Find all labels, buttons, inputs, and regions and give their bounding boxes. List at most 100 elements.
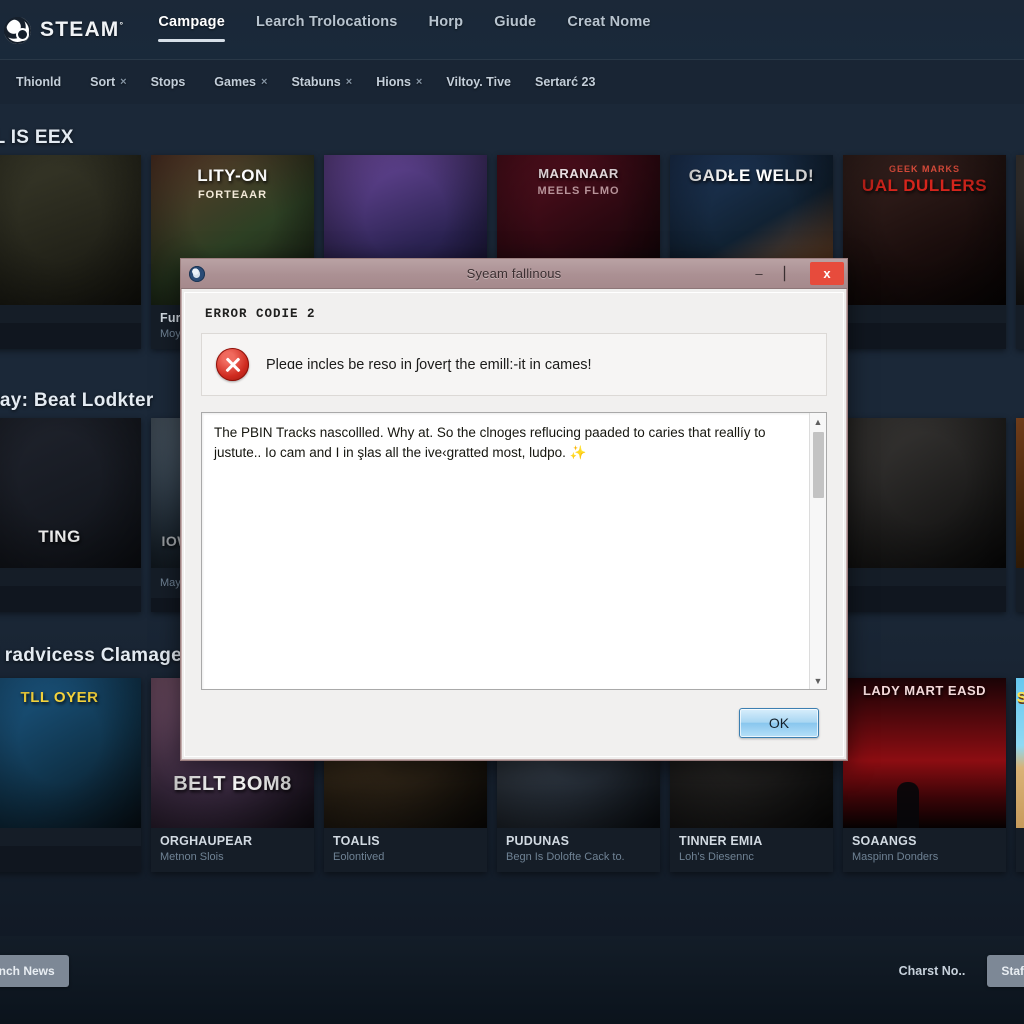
error-x-icon (216, 348, 249, 381)
art-vignette (843, 418, 1006, 568)
game-card[interactable]: FESBUR CAIL DIOX Mylonmas (1016, 155, 1024, 349)
scroll-up-arrow-icon[interactable]: ▲ (810, 413, 826, 430)
steam-logo-icon (4, 16, 31, 44)
game-card[interactable]: TLL OYER (0, 678, 141, 872)
art-vignette (0, 155, 141, 305)
sub-nav-item-viltoy-tive[interactable]: Viltoy. Tive (446, 75, 511, 89)
detail-scrollbar[interactable]: ▲ ▼ (809, 413, 826, 689)
game-card-meta: FESBUR CAIL DIOX Mylonmas (1016, 305, 1024, 349)
game-card[interactable]: STEGNER AMAMADS COMMAN PEOCLES Maejolsme (1016, 678, 1024, 872)
launch-news-button[interactable]: ounch News (0, 955, 69, 987)
close-icon[interactable]: × (120, 76, 126, 88)
sub-nav-label: Sertarć 23 (534, 75, 596, 89)
game-card-publisher: Loh's Diesennc (679, 851, 754, 863)
game-card-art-subtitle: GAM ETOEA (1016, 451, 1024, 466)
game-card-publisher: Begn Is Dolofte Cack to. (506, 851, 625, 863)
error-dialog: Syeam fallinous – ▏ x ERROR CODIE 2 Pleɑ… (180, 258, 848, 761)
sub-nav-item-sertarc-23[interactable]: Sertarć 23 (535, 75, 595, 89)
art-vignette (1016, 155, 1024, 305)
bottom-status-bar: ounch News Charst No.. Staft (0, 936, 1024, 1024)
game-card[interactable]: GEEK MARKS UAL DULLERS (843, 155, 1006, 349)
error-message-row: Pleɑe incles be reso in ʃoverʈ the emill… (201, 333, 827, 396)
close-icon[interactable]: × (416, 76, 422, 88)
nav-item-learch-trolocations[interactable]: Learch Trolocations (256, 14, 398, 46)
bottom-right-group: Charst No.. Staft (899, 955, 1024, 987)
maximize-button[interactable]: ▏ (774, 259, 804, 288)
error-message-text: Pleɑe incles be reso in ʃoverʈ the emill… (266, 356, 592, 373)
sub-nav-label: Sort (90, 75, 116, 89)
game-card-meta: TOALIS Eolontived (324, 828, 487, 872)
error-detail-text: The PBIN Tracks nascollled. Why at. So t… (202, 413, 809, 689)
sub-nav-item-games[interactable]: Games × (214, 75, 267, 89)
nav-item-campage[interactable]: Campage (158, 14, 225, 46)
sub-nav-item-thionld[interactable]: Thionld (16, 75, 66, 89)
game-card-art-title: STEGNER AMAMADS (1016, 689, 1024, 706)
sub-nav-item-stabuns[interactable]: Stabuns × (291, 75, 352, 89)
steam-logo[interactable]: STEAM° (4, 16, 124, 44)
art-vignette (0, 418, 141, 568)
sparkle-icon: ✨ (569, 444, 587, 460)
sub-nav-item-stops[interactable]: Stops (151, 75, 191, 89)
art-vignette (0, 678, 141, 828)
game-card-meta (0, 305, 141, 323)
nav-item-horp[interactable]: Horp (429, 14, 464, 46)
game-card-art: TING (0, 418, 141, 568)
game-card-art: GOOLTON GAM ETOEA (1016, 418, 1024, 568)
sub-nav-label: Thionld (16, 75, 62, 89)
sub-nav-label: Viltoy. Tive (446, 75, 511, 89)
section-heading-3: ll radvicess Clamage (0, 645, 182, 666)
nav-item-creat-nome[interactable]: Creat Nome (567, 14, 650, 46)
game-card[interactable] (0, 155, 141, 349)
close-button[interactable]: x (810, 262, 844, 285)
sub-nav-item-sort[interactable]: Sort × (90, 75, 126, 89)
silhouette-decoration (897, 782, 920, 828)
game-card-meta: COMMAN PEOCLES Maejolsme (1016, 828, 1024, 872)
game-card-publisher: Eolontived (333, 851, 385, 863)
error-code-label: ERROR CODIE 2 (205, 307, 316, 321)
window-controls: – ▏ x (744, 259, 847, 288)
close-icon[interactable]: × (261, 76, 267, 88)
game-card-art: GEEK MARKS UAL DULLERS (843, 155, 1006, 305)
section-heading-1: IL IS EEX (0, 127, 74, 148)
game-card-art-title: LADY MART EASD (862, 683, 987, 698)
game-card-art (0, 155, 141, 305)
close-icon[interactable]: × (346, 76, 352, 88)
sub-navigation-bar: Thionld Sort × Stops Games × Stabuns × Hion… (0, 60, 1024, 104)
game-card[interactable] (843, 418, 1006, 612)
steam-brand-text: STEAM (40, 18, 120, 41)
game-card-meta: PUDUNAS Begn Is Dolofte Cack to. (497, 828, 660, 872)
dialog-title-bar[interactable]: Syeam fallinous – ▏ x (181, 259, 847, 289)
section-heading-2: day: Beat Lodkter (0, 390, 154, 411)
game-card-art (1016, 155, 1024, 305)
scroll-down-arrow-icon[interactable]: ▼ (810, 672, 826, 689)
game-card[interactable]: TING (0, 418, 141, 612)
game-card-art-title: GOOLTON (1016, 430, 1024, 447)
staft-button[interactable]: Staft (987, 955, 1024, 987)
game-card-title: ORGHAUPEAR (160, 834, 253, 848)
game-card[interactable]: GOOLTON GAM ETOEA Fileth FIIS Mooja Kong (1016, 418, 1024, 612)
game-card-art: TLL OYER (0, 678, 141, 828)
game-card-meta (843, 305, 1006, 323)
bottom-left-group: ounch News (0, 955, 69, 987)
nav-item-giude[interactable]: Giude (494, 14, 536, 46)
game-card-meta: SOAANGS Maspinn Donders (843, 828, 1006, 872)
game-card-meta: TINNER EMIA Loh's Diesennc (670, 828, 833, 872)
dialog-body: ERROR CODIE 2 Pleɑe incles be reso in ʃo… (184, 292, 844, 757)
ok-button[interactable]: OK (739, 708, 819, 738)
chart-count-label: Charst No.. (898, 964, 966, 978)
minimize-button[interactable]: – (744, 259, 774, 288)
game-card-art: LADY MART EASD (843, 678, 1006, 828)
game-card-meta (0, 828, 141, 846)
sub-nav-label: Hions (376, 75, 411, 89)
sub-nav-label: Games (214, 75, 256, 89)
game-card-publisher: Metnon Slois (160, 851, 224, 863)
sub-nav-item-hions[interactable]: Hions × (376, 75, 422, 89)
scrollbar-thumb[interactable] (812, 432, 824, 498)
top-nav-links: Campage Learch Trolocations Horp Giude C… (158, 14, 651, 46)
game-card[interactable]: LADY MART EASD SOAANGS Maspinn Donders (843, 678, 1006, 872)
error-detail-box[interactable]: The PBIN Tracks nascollled. Why at. So t… (201, 412, 827, 690)
steam-app-icon (189, 265, 205, 282)
steam-wordmark: STEAM° (40, 18, 124, 42)
sub-nav-label: Stops (150, 75, 186, 89)
sub-nav-label: Stabuns (291, 75, 341, 89)
